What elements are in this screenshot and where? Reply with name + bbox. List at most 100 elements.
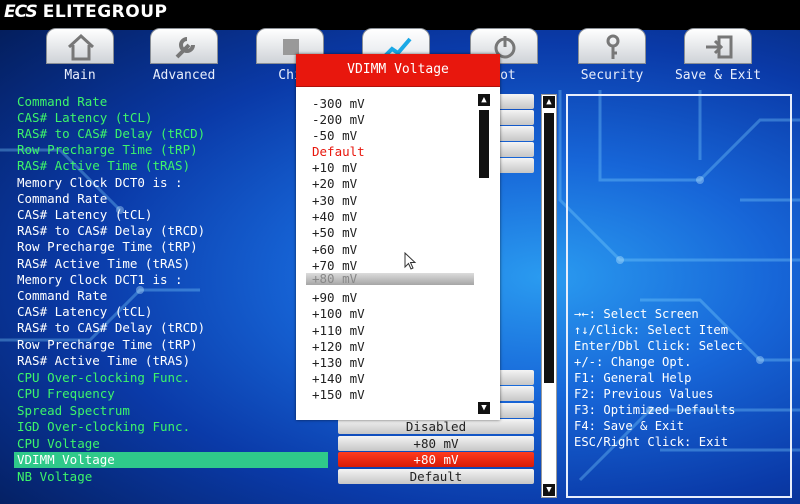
setting-label: VDIMM Voltage — [17, 452, 115, 467]
setting-label: RAS# to CAS# Delay (tRCD) — [17, 320, 206, 335]
tab-label: Main — [64, 68, 96, 83]
setting-label: NB Voltage — [17, 469, 93, 484]
scroll-thumb[interactable] — [544, 113, 554, 383]
help-line: ↑↓/Click: Select Item — [574, 323, 729, 337]
voltage-option[interactable]: +90 mV — [312, 290, 357, 306]
voltage-option[interactable]: +70 mV — [312, 258, 357, 274]
setting-label: Command Rate — [17, 191, 108, 206]
setting-row: Row Precharge Time (tRP) — [14, 239, 334, 255]
setting-label: Memory Clock DCT1 is : — [17, 272, 183, 287]
setting-row: Row Precharge Time (tRP) — [14, 337, 334, 353]
popup-scroll-down-icon[interactable]: ▼ — [478, 402, 490, 414]
popup-scrollbar[interactable]: ▲ ▼ — [476, 94, 492, 416]
scroll-down-arrow-icon[interactable]: ▼ — [543, 484, 555, 496]
mouse-cursor-icon — [404, 252, 417, 270]
tab-security[interactable]: Security — [574, 28, 650, 83]
setting-label: Command Rate — [17, 94, 108, 109]
setting-row: CAS# Latency (tCL) — [14, 304, 334, 320]
voltage-option[interactable]: -200 mV — [312, 112, 365, 128]
tab-label: Security — [580, 68, 644, 83]
setting-label: Row Precharge Time (tRP) — [17, 142, 198, 157]
setting-row: RAS# to CAS# Delay (tRCD) — [14, 223, 334, 239]
setting-label: Command Rate — [17, 288, 108, 303]
help-line: +/-: Change Opt. — [574, 355, 692, 369]
voltage-option-highlighted[interactable]: +80 mV — [306, 273, 474, 285]
setting-row: RAS# Active Time (tRAS) — [14, 256, 334, 272]
popup-scroll-up-icon[interactable]: ▲ — [478, 94, 490, 106]
setting-row: RAS# to CAS# Delay (tRCD) — [14, 320, 334, 336]
brand-name: ELITEGROUP — [42, 2, 168, 22]
setting-row: Command Rate — [14, 288, 334, 304]
voltage-option[interactable]: +150 mV — [312, 387, 365, 403]
popup-title: VDIMM Voltage — [296, 54, 500, 87]
voltage-option[interactable]: +20 mV — [312, 176, 357, 192]
popup-scroll-thumb[interactable] — [479, 110, 489, 178]
setting-label: RAS# Active Time (tRAS) — [17, 353, 191, 368]
help-line: F1: General Help — [574, 371, 692, 385]
setting-row: Memory Clock DCT1 is : — [14, 272, 334, 288]
scroll-up-arrow-icon[interactable]: ▲ — [543, 96, 555, 108]
voltage-option[interactable]: +110 mV — [312, 323, 365, 339]
setting-label: RAS# Active Time (tRAS) — [17, 256, 191, 271]
setting-label: CPU Voltage — [17, 436, 100, 451]
setting-value-row[interactable]: +80 mV — [338, 452, 534, 468]
setting-row[interactable]: NB Voltage Default — [14, 469, 534, 485]
setting-label: CAS# Latency (tCL) — [17, 110, 153, 125]
voltage-option[interactable]: +130 mV — [312, 355, 365, 371]
voltage-option[interactable]: +140 mV — [312, 371, 365, 387]
setting-row: CAS# Latency (tCL) — [14, 207, 334, 223]
setting-row[interactable]: IGD Over-clocking Func. Disabled — [14, 419, 534, 435]
help-line: F4: Save & Exit — [574, 419, 685, 433]
setting-label: Row Precharge Time (tRP) — [17, 337, 198, 352]
voltage-option[interactable]: +60 mV — [312, 242, 357, 258]
setting-label: Spread Spectrum — [17, 403, 130, 418]
setting-label: CAS# Latency (tCL) — [17, 304, 153, 319]
setting-label: RAS# Active Time (tRAS) — [17, 158, 191, 173]
voltage-option-list[interactable]: -300 mV -200 mV -50 mV Default +10 mV +2… — [296, 92, 474, 414]
help-panel: →←: Select Screen ↑↓/Click: Select Item … — [566, 94, 792, 498]
brand-logo: ECS ELITEGROUP — [4, 1, 167, 23]
setting-label: CAS# Latency (tCL) — [17, 207, 153, 222]
vdimm-voltage-popup: VDIMM Voltage -300 mV -200 mV -50 mV Def… — [296, 54, 500, 420]
setting-row: Command Rate — [14, 191, 334, 207]
voltage-option[interactable]: -300 mV — [312, 96, 365, 112]
help-line: F2: Previous Values — [574, 387, 714, 401]
setting-label: Row Precharge Time (tRP) — [17, 239, 198, 254]
setting-label: CPU Over-clocking Func. — [17, 370, 191, 385]
voltage-option[interactable]: +30 mV — [312, 193, 357, 209]
setting-label: Memory Clock DCT0 is : — [17, 175, 183, 190]
voltage-option[interactable]: +50 mV — [312, 225, 357, 241]
setting-value[interactable]: Disabled — [338, 419, 534, 434]
tab-label: Save & Exit — [674, 68, 762, 83]
voltage-option[interactable]: +120 mV — [312, 339, 365, 355]
voltage-option[interactable]: -50 mV — [312, 128, 357, 144]
exit-icon — [706, 35, 733, 59]
setting-value-selected[interactable]: +80 mV — [338, 452, 534, 467]
voltage-option-default[interactable]: Default — [312, 144, 365, 160]
help-line: ESC/Right Click: Exit — [574, 435, 729, 449]
help-line: →←: Select Screen — [574, 307, 699, 321]
home-icon — [67, 33, 95, 61]
tab-advanced[interactable]: Advanced — [146, 28, 222, 83]
tab-main[interactable]: Main — [42, 28, 118, 83]
setting-row[interactable]: CPU Voltage +80 mV — [14, 436, 534, 452]
setting-value[interactable]: +80 mV — [338, 436, 534, 451]
brand-badge: ECS — [4, 2, 38, 22]
setting-label: RAS# to CAS# Delay (tRCD) — [17, 126, 206, 141]
voltage-option[interactable]: +100 mV — [312, 306, 365, 322]
setting-value[interactable]: Default — [338, 469, 534, 484]
wrench-icon — [175, 37, 195, 59]
tab-label: Advanced — [152, 68, 216, 83]
help-line: Enter/Dbl Click: Select — [574, 339, 743, 353]
setting-label: CPU Frequency — [17, 386, 115, 401]
voltage-option[interactable]: +40 mV — [312, 209, 357, 225]
voltage-option[interactable]: +10 mV — [312, 160, 357, 176]
setting-label: IGD Over-clocking Func. — [17, 419, 191, 434]
setting-label: RAS# to CAS# Delay (tRCD) — [17, 223, 206, 238]
setting-row-selected[interactable]: VDIMM Voltage — [14, 452, 328, 468]
setting-row: Memory Clock DCT0 is : — [14, 175, 334, 191]
setting-row: RAS# Active Time (tRAS) — [14, 353, 334, 369]
settings-scrollbar[interactable]: ▲ ▼ — [541, 94, 557, 498]
tab-save-exit[interactable]: Save & Exit — [675, 28, 761, 83]
key-icon — [606, 34, 620, 59]
